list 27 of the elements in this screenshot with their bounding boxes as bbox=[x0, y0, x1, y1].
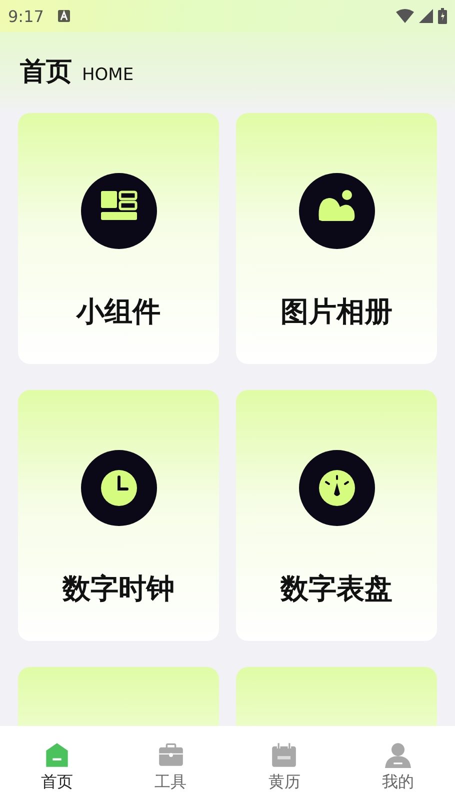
feature-card[interactable]: 数字时钟 bbox=[18, 390, 219, 641]
picture-icon bbox=[298, 173, 374, 249]
card-label: 数字时钟 bbox=[62, 571, 174, 607]
page-subtitle: HOME bbox=[82, 65, 134, 85]
battery-icon bbox=[438, 8, 447, 24]
signal-icon bbox=[419, 9, 433, 23]
gauge-icon bbox=[298, 450, 374, 526]
status-time: 9:17 bbox=[8, 6, 44, 26]
card-label: 图片相册 bbox=[280, 294, 392, 330]
nav-tab[interactable]: 首页 bbox=[0, 726, 114, 810]
nav-tab[interactable]: 工具 bbox=[114, 726, 228, 810]
notification-icon bbox=[58, 10, 70, 22]
feature-card[interactable]: 数字表盘 bbox=[236, 390, 437, 641]
wifi-icon bbox=[396, 9, 414, 23]
nav-tab[interactable]: 黄历 bbox=[228, 726, 342, 810]
home-icon bbox=[44, 742, 70, 768]
feature-card[interactable]: 图片相册 bbox=[236, 113, 437, 364]
widget-icon bbox=[80, 173, 156, 249]
clock-icon bbox=[80, 450, 156, 526]
nav-tab[interactable]: 我的 bbox=[341, 726, 455, 810]
feature-card[interactable]: 小组件 bbox=[18, 113, 219, 364]
briefcase-icon bbox=[158, 742, 184, 768]
card-label: 数字表盘 bbox=[280, 571, 392, 607]
page-title: 首页 bbox=[20, 56, 72, 89]
person-icon bbox=[385, 742, 412, 768]
calendar-icon bbox=[271, 742, 298, 768]
card-label: 小组件 bbox=[76, 294, 160, 330]
